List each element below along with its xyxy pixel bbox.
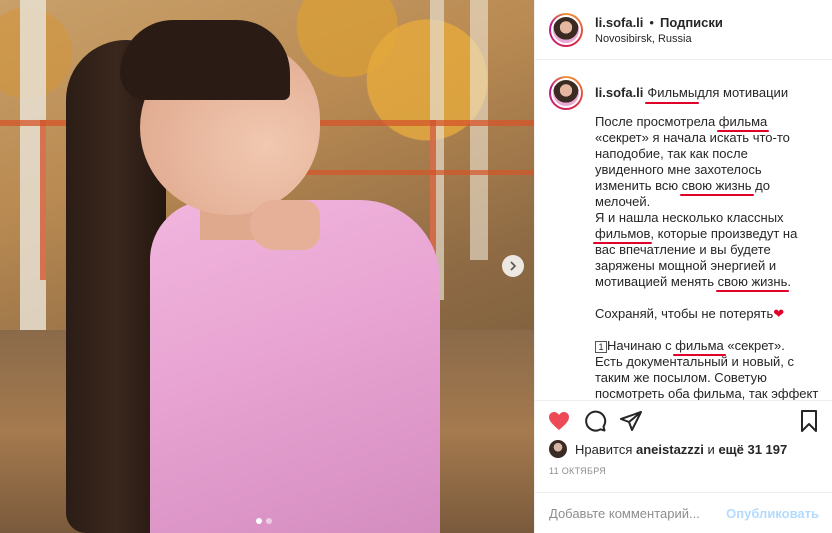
share-icon[interactable] [619,409,643,433]
carousel-dots [256,518,272,524]
comment-input[interactable] [549,505,727,521]
comment-bar: Опубликовать [535,492,832,533]
post-panel: li.sofa.li • Подписки Novosibirsk, Russi… [534,0,832,533]
avatar[interactable] [549,12,583,47]
bookmark-icon[interactable] [797,409,821,433]
heart-emoji: ❤ [773,306,785,321]
caption-title-rest: для мотивации [697,85,789,100]
chevron-right-icon [510,261,517,271]
following-button[interactable]: Подписки [660,15,723,30]
comment-icon[interactable] [583,409,607,433]
carousel-next-button[interactable] [502,255,524,277]
caption-avatar[interactable] [549,76,583,110]
likes-summary: Нравится aneistazzzi и ещё 31 197 [549,440,787,458]
caption-area: li.sofa.li Фильмы для мотивации После пр… [535,60,832,400]
caption-text: После просмотрела фильма «секрет» я нача… [595,114,819,400]
liker-avatar[interactable] [549,440,567,458]
caption-username[interactable]: li.sofa.li [595,85,643,101]
post-header: li.sofa.li • Подписки Novosibirsk, Russi… [535,0,832,60]
liker-username[interactable]: aneistazzzi [636,442,704,457]
separator-dot: • [649,14,654,30]
post-date: 11 ОКТЯБРЯ [549,466,607,476]
carousel-dot [266,518,272,524]
post-photo[interactable] [0,0,534,533]
keycap-number: 1 [595,341,607,353]
caption-title-word: Фильмы [645,85,699,104]
location-link[interactable]: Novosibirsk, Russia [595,33,723,45]
carousel-dot [256,518,262,524]
header-username[interactable]: li.sofa.li [595,15,643,30]
heart-icon[interactable] [547,409,571,433]
likes-count[interactable]: ещё 31 197 [718,442,787,457]
publish-button[interactable]: Опубликовать [726,506,819,521]
action-bar [535,400,832,440]
